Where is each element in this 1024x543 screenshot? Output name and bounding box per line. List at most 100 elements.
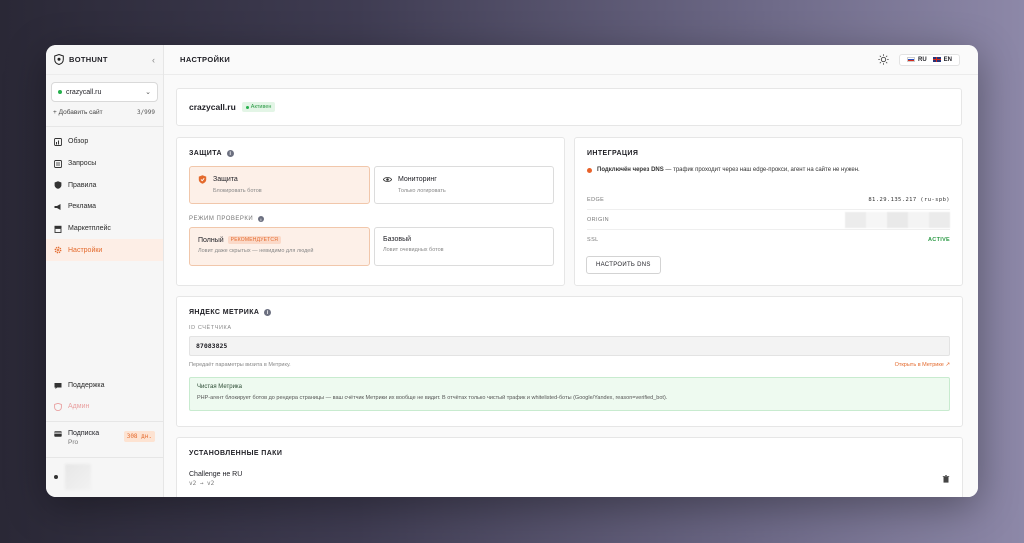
counter-id-input[interactable]: 87083825 (189, 336, 950, 356)
topbar: НАСТРОЙКИ RU EN (164, 45, 978, 75)
dns-status-bold: Подключён через DNS (597, 167, 664, 173)
option-title-row: Защита (198, 175, 361, 184)
subscription-block[interactable]: Подписка Pro 308 дн. (46, 421, 163, 447)
site-selector-value: crazycall.ru (66, 88, 102, 96)
clean-metrika-title: Чистая Метрика (197, 384, 243, 390)
support-icon (54, 382, 62, 390)
language-switcher: RU EN (898, 53, 960, 66)
clean-metrika-desc: PHP-агент блокирует ботов до рендера стр… (197, 395, 668, 401)
mode-option-basic[interactable]: Базовый Ловит очевидных ботов (374, 227, 554, 266)
theme-toggle-sun-icon[interactable] (878, 54, 889, 65)
info-icon[interactable]: i (226, 150, 234, 157)
subscription-label: Подписка (68, 430, 100, 437)
eye-icon (383, 177, 392, 182)
sidebar-item-overview[interactable]: Обзор (46, 131, 163, 153)
subscription-plan: Pro (68, 439, 79, 446)
site-card: crazycall.ru Активен (176, 88, 962, 126)
lang-ru-button[interactable]: RU (906, 57, 927, 63)
edge-key: EDGE (587, 196, 605, 203)
sidebar-item-support[interactable]: Поддержка (46, 375, 163, 396)
card-icon (54, 430, 62, 438)
trash-icon[interactable] (942, 475, 950, 483)
sidebar-item-label: Запросы (68, 160, 97, 168)
sidebar-item-label: Правила (68, 181, 97, 189)
protection-option-protect[interactable]: Защита Блокировать ботов (189, 166, 370, 204)
sidebar-item-marketplace[interactable]: Маркетплейс (46, 218, 163, 240)
ssl-row: SSL ACTIVE (587, 230, 950, 250)
list-item: Challenge не RU v2 → v2 (189, 471, 950, 487)
sidebar-item-label: Реклама (68, 203, 97, 211)
dns-status-dot (587, 167, 592, 173)
origin-row: ORIGIN (587, 210, 950, 230)
site-status-dot (58, 90, 62, 94)
sidebar: BOTHUNT ‹ crazycall.ru ⌄ + Добавить сайт… (46, 45, 164, 497)
option-subtitle: Ловит даже скрытых — невидимо для людей (198, 248, 314, 254)
option-title: Полный (198, 236, 224, 244)
site-selector[interactable]: crazycall.ru ⌄ (51, 82, 158, 102)
clean-metrika-notice: Чистая Метрика PHP-агент блокирует ботов… (189, 377, 950, 411)
requests-icon (54, 159, 62, 168)
main-nav: Обзор Запросы Правила Реклама Маркетплей… (46, 131, 163, 262)
edge-value: 81.29.135.217 (ru-spb) (868, 196, 950, 203)
lang-en-label: EN (943, 56, 952, 63)
recommended-badge: РЕКОМЕНДУЕТСЯ (227, 236, 282, 244)
option-title-row: Базовый (383, 236, 545, 243)
subscription-text: Подписка Pro (68, 429, 124, 447)
protection-option-monitor[interactable]: Мониторинг Только логировать (374, 166, 554, 204)
overview-icon (54, 137, 62, 146)
protection-card: ЗАЩИТА i Защита Блокировать ботов Монито… (176, 137, 565, 286)
user-status-dot (54, 475, 58, 479)
avatar (65, 464, 91, 490)
sidebar-item-ads[interactable]: Реклама (46, 196, 163, 218)
pack-info: Challenge не RU v2 → v2 (189, 471, 242, 487)
active-dot (245, 105, 249, 109)
pack-version: v2 → v2 (189, 480, 215, 487)
sidebar-item-requests[interactable]: Запросы (46, 153, 163, 175)
sidebar-item-label: Админ (68, 403, 90, 410)
option-title: Защита (213, 176, 238, 183)
rules-icon (54, 181, 62, 190)
info-icon[interactable]: i (264, 309, 272, 316)
site-name: crazycall.ru (189, 102, 236, 112)
packs-title: УСТАНОВЛЕННЫЕ ПАКИ (189, 450, 283, 457)
mode-option-full[interactable]: Полный РЕКОМЕНДУЕТСЯ Ловит даже скрытых … (189, 227, 370, 266)
protection-title-text: ЗАЩИТА (189, 150, 222, 157)
chevron-down-icon: ⌄ (145, 89, 151, 96)
check-mode-label-text: РЕЖИМ ПРОВЕРКИ (189, 216, 254, 222)
dns-status-text: — трафик проходит через наш edge-прокси,… (663, 167, 860, 173)
metrika-title-text: ЯНДЕКС МЕТРИКА (189, 309, 260, 316)
option-title: Базовый (383, 236, 412, 243)
dns-status: Подключён через DNS — трафик проходит че… (587, 167, 950, 173)
add-site-link[interactable]: + Добавить сайт (53, 109, 103, 116)
option-title-row: Мониторинг (383, 175, 545, 184)
brand-row: BOTHUNT ‹ (46, 45, 163, 75)
integration-card: ИНТЕГРАЦИЯ Подключён через DNS — трафик … (574, 137, 963, 286)
configure-dns-button[interactable]: НАСТРОИТЬ DNS (586, 256, 661, 274)
open-in-metrika-link[interactable]: Открыть в Метрике ↗ (895, 362, 950, 368)
packs-card: УСТАНОВЛЕННЫЕ ПАКИ Challenge не RU v2 → … (176, 437, 963, 497)
lang-en-button[interactable]: EN (932, 56, 952, 63)
collapse-sidebar-icon[interactable]: ‹ (152, 55, 155, 65)
origin-key: ORIGIN (587, 216, 609, 223)
sidebar-item-rules[interactable]: Правила (46, 174, 163, 196)
add-site-row: + Добавить сайт 3/999 (46, 102, 163, 116)
marketplace-icon (54, 225, 62, 233)
sidebar-item-label: Настройки (68, 246, 103, 254)
option-title-row: Полный РЕКОМЕНДУЕТСЯ (198, 236, 361, 244)
info-icon[interactable]: i (258, 216, 265, 222)
metrika-card: ЯНДЕКС МЕТРИКА i ID СЧЁТЧИКА 87083825 Пе… (176, 296, 963, 427)
ssl-key: SSL (587, 237, 599, 243)
sidebar-item-label: Поддержка (68, 382, 105, 389)
sidebar-item-settings[interactable]: Настройки (46, 239, 163, 262)
option-subtitle: Ловит очевидных ботов (383, 247, 444, 253)
metrika-hint: Передаёт параметры визита в Метрику. (189, 362, 291, 368)
check-mode-label: РЕЖИМ ПРОВЕРКИ i (189, 216, 265, 222)
sidebar-item-admin[interactable]: Админ (46, 396, 163, 417)
settings-icon (54, 246, 62, 254)
page-title: НАСТРОЙКИ (180, 55, 231, 64)
user-row[interactable] (46, 457, 163, 496)
shield-icon (198, 175, 207, 184)
sidebar-item-label: Обзор (68, 138, 89, 146)
sidebar-bottom: Поддержка Админ Подписка Pro 308 дн. (46, 375, 163, 447)
option-subtitle: Только логировать (398, 188, 446, 194)
